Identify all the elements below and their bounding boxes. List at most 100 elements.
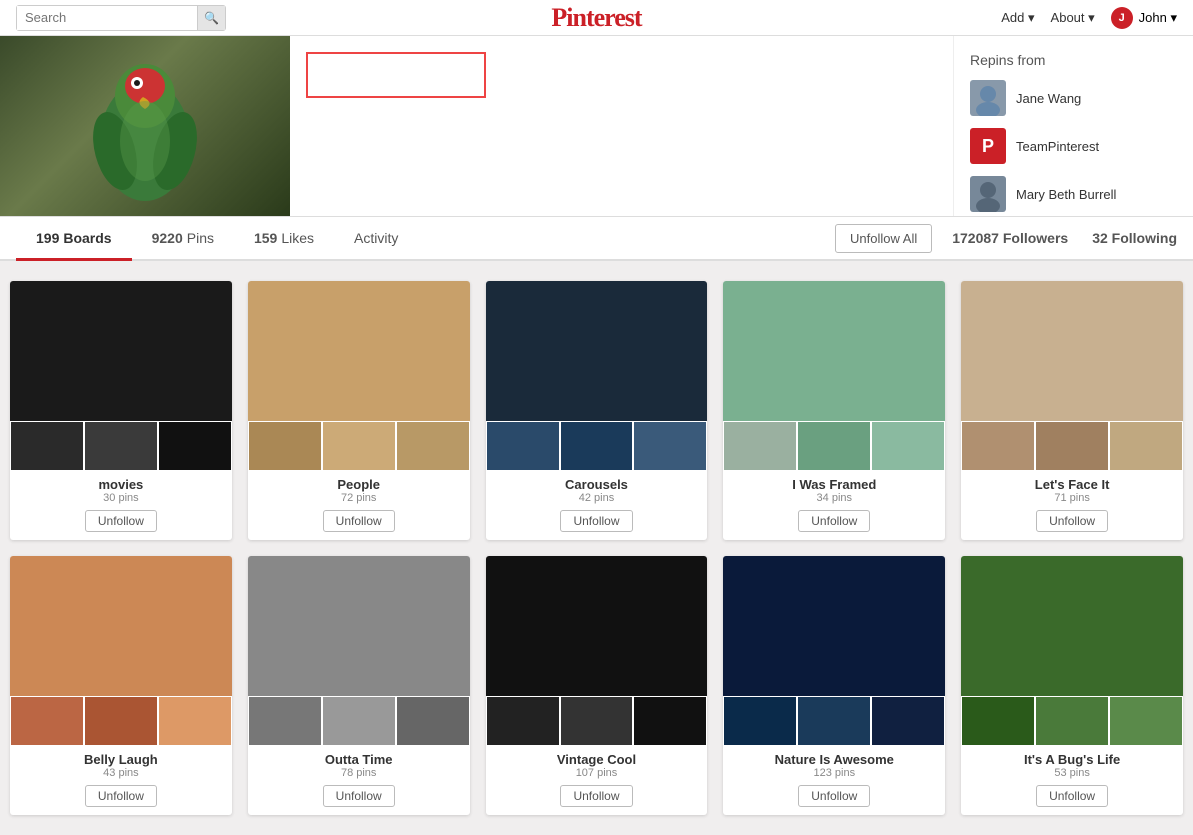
unfollow-button-0[interactable]: Unfollow: [85, 510, 157, 532]
board-pins-8: 123 pins: [731, 767, 937, 779]
board-card-9: It's A Bug's Life 53 pins Unfollow: [961, 556, 1183, 815]
board-thumb-9-2: [1109, 696, 1183, 746]
board-title-3: I Was Framed: [731, 477, 937, 492]
unfollow-button-3[interactable]: Unfollow: [798, 510, 870, 532]
repin-person-2[interactable]: P TeamPinterest: [970, 128, 1177, 164]
board-main-image-2[interactable]: [486, 281, 708, 421]
unfollow-button-6[interactable]: Unfollow: [323, 785, 395, 807]
board-info-1: People 72 pins: [248, 471, 470, 506]
tab-likes[interactable]: 159 Likes: [234, 217, 334, 261]
board-thumbs-8: [723, 696, 945, 746]
board-title-0: movies: [18, 477, 224, 492]
board-card-4: Let's Face It 71 pins Unfollow: [961, 281, 1183, 540]
board-pins-1: 72 pins: [256, 492, 462, 504]
board-thumb-5-0: [10, 696, 84, 746]
board-title-1: People: [256, 477, 462, 492]
search-input[interactable]: [17, 6, 197, 30]
board-thumbs-3: [723, 421, 945, 471]
board-title-2: Carousels: [494, 477, 700, 492]
unfollow-button-8[interactable]: Unfollow: [798, 785, 870, 807]
header-left: 🔍: [16, 5, 226, 31]
followers-area: 172087 Followers 32 Following: [952, 230, 1177, 246]
board-thumb-7-2: [633, 696, 707, 746]
board-main-image-3[interactable]: [723, 281, 945, 421]
pinterest-logo[interactable]: Pinterest: [551, 3, 641, 33]
board-thumb-3-2: [871, 421, 945, 471]
about-button[interactable]: About ▾: [1051, 10, 1095, 26]
following-stat: 32 Following: [1092, 230, 1177, 246]
board-pins-4: 71 pins: [969, 492, 1175, 504]
username-input-area[interactable]: [306, 52, 486, 98]
followers-stat: 172087 Followers: [952, 230, 1068, 246]
tab-activity[interactable]: Activity: [334, 217, 418, 261]
board-thumbs-5: [10, 696, 232, 746]
board-unfollow-area-2: Unfollow: [486, 506, 708, 540]
board-thumbs-2: [486, 421, 708, 471]
board-info-0: movies 30 pins: [10, 471, 232, 506]
unfollow-button-9[interactable]: Unfollow: [1036, 785, 1108, 807]
board-card-3: I Was Framed 34 pins Unfollow: [723, 281, 945, 540]
board-card-1: People 72 pins Unfollow: [248, 281, 470, 540]
board-pins-0: 30 pins: [18, 492, 224, 504]
search-button[interactable]: 🔍: [197, 6, 225, 30]
board-unfollow-area-4: Unfollow: [961, 506, 1183, 540]
board-main-image-1[interactable]: [248, 281, 470, 421]
repin-person-1[interactable]: Jane Wang: [970, 80, 1177, 116]
board-main-image-8[interactable]: [723, 556, 945, 696]
board-thumb-5-2: [158, 696, 232, 746]
repins-title: Repins from: [970, 52, 1177, 68]
unfollow-button-1[interactable]: Unfollow: [323, 510, 395, 532]
unfollow-button-7[interactable]: Unfollow: [560, 785, 632, 807]
board-thumb-0-1: [84, 421, 158, 471]
unfollow-button-4[interactable]: Unfollow: [1036, 510, 1108, 532]
board-info-3: I Was Framed 34 pins: [723, 471, 945, 506]
board-thumb-5-1: [84, 696, 158, 746]
repin-name-1: Jane Wang: [1016, 91, 1081, 106]
repin-avatar-3: [970, 176, 1006, 212]
board-main-image-6[interactable]: [248, 556, 470, 696]
board-thumbs-6: [248, 696, 470, 746]
board-thumb-0-2: [158, 421, 232, 471]
profile-cover-image: [0, 36, 290, 216]
board-main-image-0[interactable]: [10, 281, 232, 421]
board-thumb-6-1: [322, 696, 396, 746]
user-menu-button[interactable]: J John ▾: [1111, 7, 1177, 29]
search-container: 🔍: [16, 5, 226, 31]
board-thumb-9-1: [1035, 696, 1109, 746]
board-unfollow-area-3: Unfollow: [723, 506, 945, 540]
board-main-image-5[interactable]: [10, 556, 232, 696]
board-unfollow-area-8: Unfollow: [723, 781, 945, 815]
board-thumb-9-0: [961, 696, 1035, 746]
board-thumb-3-1: [797, 421, 871, 471]
add-button[interactable]: Add ▾: [1001, 10, 1034, 26]
board-thumb-1-2: [396, 421, 470, 471]
tab-pins[interactable]: 9220 Pins: [132, 217, 234, 261]
board-thumb-4-0: [961, 421, 1035, 471]
board-thumbs-9: [961, 696, 1183, 746]
board-thumb-3-0: [723, 421, 797, 471]
repin-avatar-2: P: [970, 128, 1006, 164]
board-thumb-2-0: [486, 421, 560, 471]
board-main-image-4[interactable]: [961, 281, 1183, 421]
board-main-image-7[interactable]: [486, 556, 708, 696]
unfollow-all-button[interactable]: Unfollow All: [835, 224, 932, 253]
board-thumb-2-2: [633, 421, 707, 471]
repin-person-3[interactable]: Mary Beth Burrell: [970, 176, 1177, 212]
repins-panel: Repins from Jane Wang P TeamPinterest Ma…: [953, 36, 1193, 216]
board-title-4: Let's Face It: [969, 477, 1175, 492]
user-avatar: J: [1111, 7, 1133, 29]
board-thumb-4-2: [1109, 421, 1183, 471]
board-thumbs-0: [10, 421, 232, 471]
unfollow-button-2[interactable]: Unfollow: [560, 510, 632, 532]
unfollow-button-5[interactable]: Unfollow: [85, 785, 157, 807]
user-label: John ▾: [1139, 10, 1177, 26]
board-main-image-9[interactable]: [961, 556, 1183, 696]
board-thumb-8-2: [871, 696, 945, 746]
board-unfollow-area-6: Unfollow: [248, 781, 470, 815]
board-info-2: Carousels 42 pins: [486, 471, 708, 506]
board-card-2: Carousels 42 pins Unfollow: [486, 281, 708, 540]
repin-name-2: TeamPinterest: [1016, 139, 1099, 154]
repin-avatar-1: [970, 80, 1006, 116]
tab-boards[interactable]: 199 Boards: [16, 217, 132, 261]
board-card-8: Nature Is Awesome 123 pins Unfollow: [723, 556, 945, 815]
